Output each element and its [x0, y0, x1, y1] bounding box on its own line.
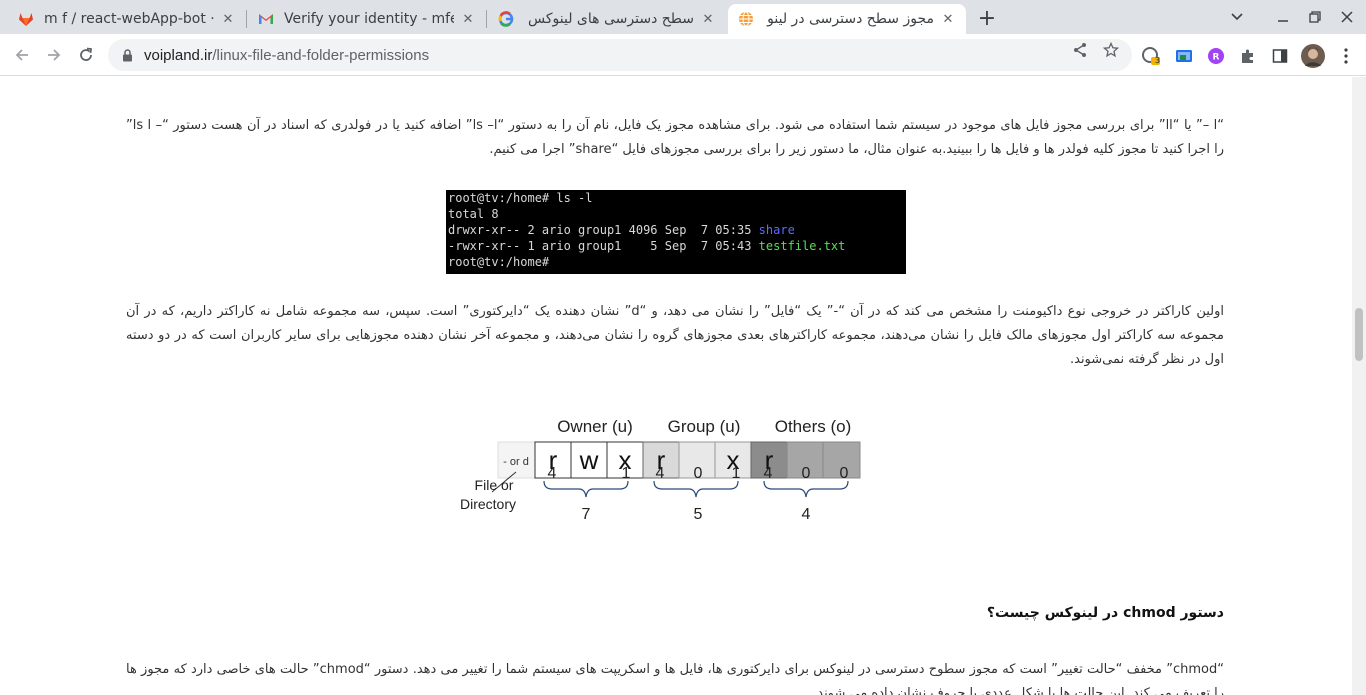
weight-digit: 0: [694, 465, 703, 482]
weight-digit: 4: [548, 465, 557, 482]
weight-digit: 1: [732, 465, 741, 482]
weight-digit: 0: [802, 465, 811, 482]
close-icon[interactable]: ✕: [220, 11, 236, 27]
gitlab-icon: [18, 11, 34, 27]
group-total: 5: [694, 506, 703, 523]
web-page: “l –” یا “ll” برای بررسی مجوز فایل های م…: [0, 77, 1352, 695]
tab-separator: [486, 10, 487, 28]
weight-digit: 0: [840, 465, 849, 482]
terminal-screenshot: root@tv:/home# ls -l total 8 drwxr-xr-- 2 …: [446, 190, 906, 274]
terminal-line: root@tv:/home#: [448, 255, 550, 269]
group-braces: [543, 480, 849, 498]
extension-badge-icon[interactable]: 3: [1141, 46, 1161, 66]
gmail-icon: [258, 11, 274, 27]
restore-icon[interactable]: [1303, 6, 1327, 28]
terminal-line: drwxr-xr-- 2 ario group1 4096 Sep 7 05:3…: [448, 222, 904, 238]
google-icon: [498, 11, 514, 27]
tab-gmail[interactable]: Verify your identity - mfel ✕: [248, 4, 486, 34]
svg-text:R: R: [1213, 53, 1220, 63]
forward-icon[interactable]: [41, 42, 67, 68]
close-icon[interactable]: ✕: [700, 11, 716, 27]
weight-digit: 4: [764, 465, 773, 482]
owner-total: 7: [582, 506, 591, 523]
cell-letter: w: [579, 445, 599, 475]
back-icon[interactable]: [9, 42, 35, 68]
scrollbar-thumb[interactable]: [1355, 308, 1363, 361]
tab-separator: [246, 10, 247, 28]
group-totals: 7 5 4: [582, 506, 811, 523]
permissions-diagram: Owner (u) Group (u) Others (o) - or d r …: [460, 417, 861, 523]
tab-strip: m f / react-webApp-bot · G ✕ Verify your…: [0, 0, 1366, 34]
paragraph-ls-command: “l –” یا “ll” برای بررسی مجوز فایل های م…: [126, 118, 1225, 157]
tab-title: m f / react-webApp-bot · G: [44, 11, 214, 27]
terminal-file-name: testfile.txt: [758, 239, 846, 253]
tab-title: سطح دسترسی های لینوکس: [528, 11, 694, 27]
weight-digit: 4: [656, 465, 665, 482]
paragraph-permission-sets: اولین کاراکتر در خروجی نوع داکیومنت را م…: [126, 304, 1224, 367]
tab-voipland-active[interactable]: مجوز سطح دسترسی در لینو ✕: [728, 4, 966, 34]
url-domain: voipland.ir: [144, 46, 213, 64]
terminal-line: -rwxr-xr-- 1 ario group1 5 Sep 7 05:43 t…: [448, 238, 904, 254]
close-icon[interactable]: ✕: [460, 11, 476, 27]
directory-label: Directory: [460, 496, 516, 512]
bookmark-star-icon[interactable]: [1103, 42, 1119, 58]
profile-avatar[interactable]: [1301, 44, 1325, 68]
close-window-icon[interactable]: [1335, 6, 1359, 28]
url-text[interactable]: voipland.ir/linux-file-and-folder-permis…: [144, 47, 429, 64]
paragraph-chmod: “chmod” مخفف “حالت تغییر” است که مجوز سط…: [126, 662, 1224, 695]
tab-title: Verify your identity - mfel: [284, 11, 454, 27]
globe-icon: [738, 11, 754, 27]
lock-icon[interactable]: [120, 48, 134, 62]
new-tab-button[interactable]: +: [975, 6, 999, 31]
address-bar[interactable]: voipland.ir/linux-file-and-folder-permis…: [108, 39, 1132, 71]
purple-extension-icon[interactable]: R: [1206, 46, 1226, 66]
others-total: 4: [802, 506, 811, 523]
minimize-icon[interactable]: [1271, 6, 1295, 28]
extension-badge-count: 3: [1155, 56, 1161, 65]
terminal-text: -rwxr-xr-- 1 ario group1 5 Sep 7 05:43: [448, 239, 759, 253]
file-or-label: File or: [475, 477, 514, 493]
terminal-text: drwxr-xr-- 2 ario group1 4096 Sep 7 05:3…: [448, 223, 759, 237]
tab-gitlab[interactable]: m f / react-webApp-bot · G ✕: [8, 4, 246, 34]
puzzle-extensions-icon[interactable]: [1238, 46, 1258, 66]
terminal-dir-name: share: [758, 223, 795, 237]
terminal-line: total 8: [448, 207, 499, 221]
tab-google-search[interactable]: سطح دسترسی های لینوکس ✕: [488, 4, 726, 34]
browser-toolbar: voipland.ir/linux-file-and-folder-permis…: [0, 34, 1366, 76]
share-icon[interactable]: [1072, 42, 1088, 58]
owner-label: Owner (u): [557, 417, 633, 436]
side-panel-icon[interactable]: [1270, 46, 1290, 66]
screenshot-extension-icon[interactable]: [1174, 46, 1194, 66]
section-heading-chmod: دستور chmod در لینوکس چیست؟: [986, 605, 1224, 621]
url-path: /linux-file-and-folder-permissions: [212, 46, 430, 64]
reload-icon[interactable]: [73, 42, 99, 68]
file-type-cell-label: - or d: [503, 456, 529, 468]
weight-digit: 1: [622, 465, 631, 482]
group-label: Group (u): [668, 417, 741, 436]
page-scrollbar[interactable]: [1352, 77, 1366, 695]
others-label: Others (o): [775, 417, 852, 436]
tab-title: مجوز سطح دسترسی در لینو: [767, 11, 934, 27]
menu-kebab-icon[interactable]: [1336, 46, 1356, 66]
close-icon[interactable]: ✕: [940, 11, 956, 27]
tab-search-icon[interactable]: [1225, 6, 1249, 28]
terminal-line: root@tv:/home# ls -l: [448, 191, 593, 205]
